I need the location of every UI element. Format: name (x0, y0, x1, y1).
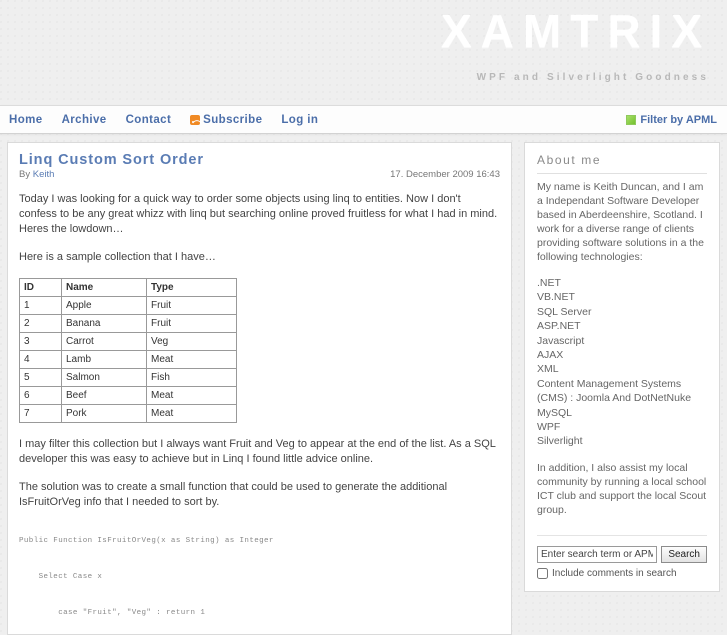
site-header: XAMTRIX WPF and Silverlight Goodness (0, 0, 727, 105)
post-author-prefix: By (19, 169, 31, 180)
cell-id: 4 (19, 350, 62, 369)
post-author-link[interactable]: Keith (33, 169, 55, 180)
list-item: XML (537, 363, 559, 376)
table-header-id: ID (19, 278, 62, 297)
search-widget: Search Include comments in search (537, 534, 707, 579)
apml-filter[interactable]: Filter by APML (626, 106, 717, 133)
list-item: Content Management Systems (CMS) : Jooml… (537, 377, 692, 405)
cell-type: Fruit (146, 296, 237, 315)
site-tagline: WPF and Silverlight Goodness (476, 72, 709, 83)
nav-links: Home Archive Contact Subscribe Log in (9, 106, 318, 133)
post-body: Today I was looking for a quick way to o… (19, 192, 500, 622)
cell-type: Fish (146, 368, 237, 387)
nav-item-home[interactable]: Home (9, 114, 43, 126)
cell-type: Veg (146, 332, 237, 351)
table-row: 6 Beef Meat (19, 386, 237, 405)
include-comments-row: Include comments in search (537, 567, 707, 579)
nav-item-subscribe[interactable]: Subscribe (190, 114, 262, 126)
table-row: 1 Apple Fruit (19, 296, 237, 315)
list-item: SQL Server (537, 305, 592, 318)
table-row: 3 Carrot Veg (19, 332, 237, 351)
cell-name: Apple (61, 296, 147, 315)
nav-item-archive[interactable]: Archive (62, 114, 107, 126)
list-item: AJAX (537, 349, 564, 362)
table-header-name: Name (61, 278, 147, 297)
list-item: ASP.NET (537, 320, 581, 333)
table-header-row: ID Name Type (19, 278, 237, 297)
page-layout: Linq Custom Sort Order By Keith 17. Dece… (0, 134, 727, 635)
post-author: By Keith (19, 169, 54, 180)
cell-id: 1 (19, 296, 62, 315)
sample-collection-table: ID Name Type 1 Apple Fruit 2 Banana Frui… (19, 278, 237, 423)
about-me-widget: About me My name is Keith Duncan, and I … (537, 153, 707, 517)
cell-id: 7 (19, 404, 62, 423)
post-paragraph-1: Today I was looking for a quick way to o… (19, 193, 498, 235)
post-title[interactable]: Linq Custom Sort Order (19, 152, 500, 168)
table-row: 5 Salmon Fish (19, 368, 237, 387)
about-me-text: My name is Keith Duncan, and I am a Inde… (537, 181, 704, 263)
main-navigation: Home Archive Contact Subscribe Log in Fi… (0, 105, 727, 134)
search-input[interactable] (537, 545, 658, 563)
post-paragraph-2: Here is a sample collection that I have… (19, 251, 216, 263)
site-title: XAMTRIX (441, 5, 711, 57)
table-body: 1 Apple Fruit 2 Banana Fruit 3 Carrot Ve… (19, 296, 237, 423)
rss-icon (190, 114, 201, 125)
table-row: 7 Pork Meat (19, 404, 237, 423)
sidebar-panel: About me My name is Keith Duncan, and I … (524, 142, 720, 592)
cell-id: 3 (19, 332, 62, 351)
list-item: WPF (537, 421, 561, 434)
list-item: Javascript (537, 334, 585, 347)
post-panel: Linq Custom Sort Order By Keith 17. Dece… (7, 142, 512, 635)
table-row: 2 Banana Fruit (19, 314, 237, 333)
include-comments-checkbox[interactable] (537, 567, 548, 579)
list-item: Silverlight (537, 435, 583, 448)
search-row: Search (537, 545, 707, 563)
post-paragraph-4: The solution was to create a small funct… (19, 481, 448, 508)
post-meta: By Keith 17. December 2009 16:43 (19, 169, 500, 180)
code-snippet: Public Function IsFruitOrVeg(x as String… (19, 537, 274, 617)
cell-id: 5 (19, 368, 62, 387)
nav-item-subscribe-label[interactable]: Subscribe (203, 114, 262, 126)
apml-icon (626, 114, 637, 125)
technology-list: .NET VB.NET SQL Server ASP.NET Javascrip… (537, 276, 707, 449)
cell-id: 6 (19, 386, 62, 405)
about-me-footer: In addition, I also assist my local comm… (537, 461, 707, 516)
search-button[interactable]: Search (661, 545, 707, 563)
list-item: MySQL (537, 406, 573, 419)
table-row: 4 Lamb Meat (19, 350, 237, 369)
cell-id: 2 (19, 314, 62, 333)
apml-filter-label[interactable]: Filter by APML (640, 114, 717, 126)
cell-type: Meat (146, 404, 237, 423)
cell-name: Salmon (61, 368, 147, 387)
include-comments-label[interactable]: Include comments in search (552, 568, 677, 579)
post-date: 17. December 2009 16:43 (390, 169, 500, 180)
list-item: .NET (537, 277, 561, 289)
cell-name: Beef (61, 386, 147, 405)
cell-name: Banana (61, 314, 147, 333)
post-paragraph-3: I may filter this collection but I alway… (19, 438, 496, 465)
cell-name: Lamb (61, 350, 147, 369)
table-header-type: Type (146, 278, 237, 297)
nav-item-contact[interactable]: Contact (126, 114, 172, 126)
cell-type: Meat (146, 386, 237, 405)
nav-item-log-in[interactable]: Log in (281, 114, 318, 126)
cell-type: Fruit (146, 314, 237, 333)
cell-type: Meat (146, 350, 237, 369)
cell-name: Carrot (61, 332, 147, 351)
about-me-title: About me (537, 153, 707, 174)
cell-name: Pork (61, 404, 147, 423)
list-item: VB.NET (537, 291, 575, 304)
